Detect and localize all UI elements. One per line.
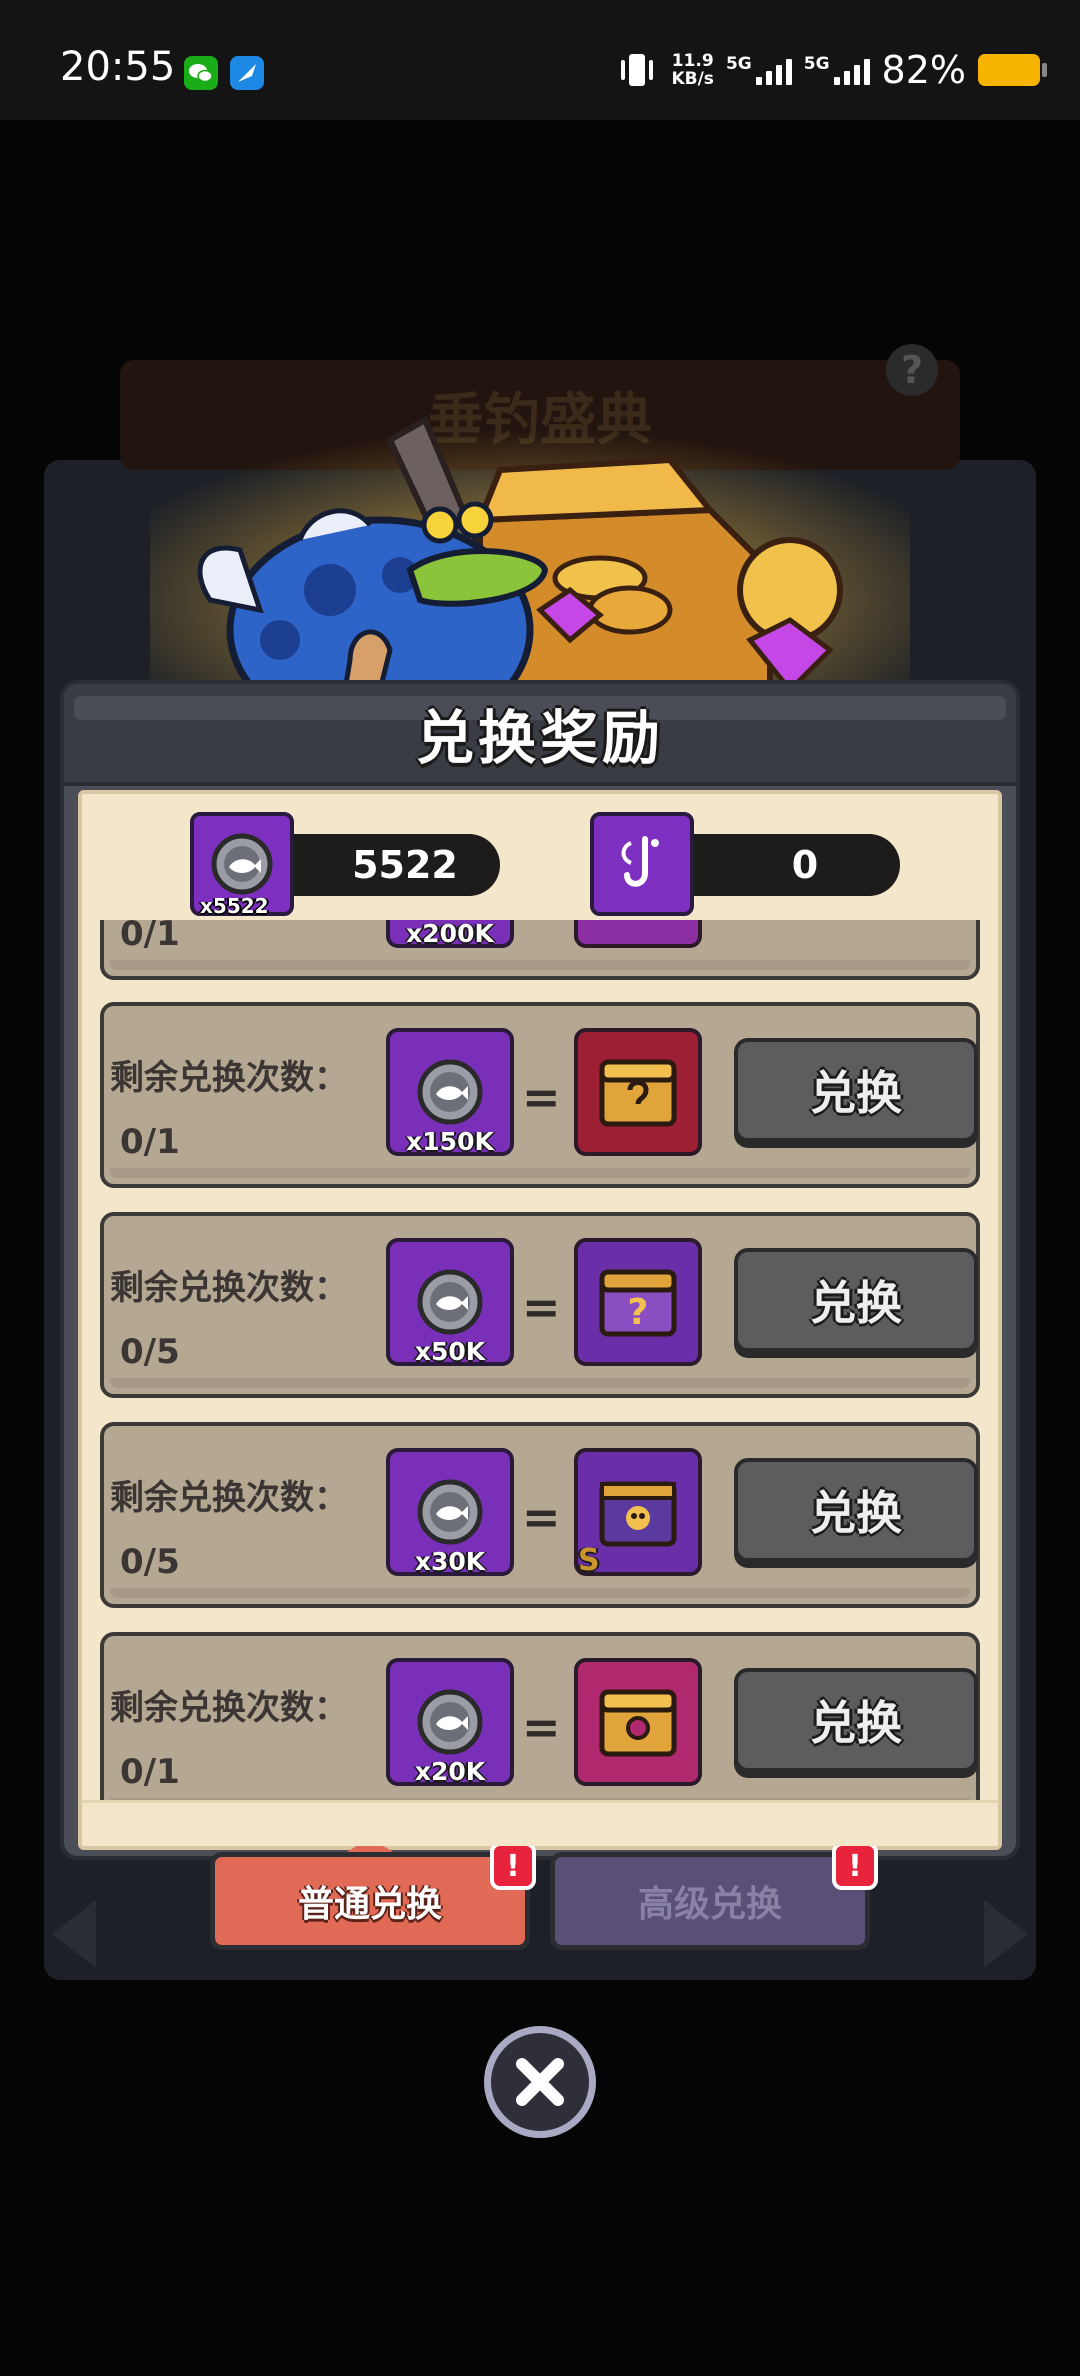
remaining-label: 剩余兑换次数： [110,1688,348,1728]
feather-app-icon [230,56,264,90]
mystery-chest-icon: ? [574,1238,702,1366]
next-arrow-icon[interactable] [984,1900,1028,1968]
battery-icon [978,54,1047,86]
remaining-label: 剩余兑换次数： [110,1478,348,1518]
equals-sign: = [522,1070,561,1124]
equals-sign: = [522,1490,561,1544]
scroll-paper-edge [82,1800,998,1846]
sim1-signal-icon: 5G [726,55,792,85]
fishing-hook-icon [590,812,694,916]
battery-percent: 82% [881,48,966,92]
red-gold-chest-icon [574,1028,702,1156]
exchange-list[interactable]: 0/1 x200K 兑换 剩余兑换次数： 0/1 x150K = [100,920,980,1804]
fish-coin-amount: 5522 [260,834,500,896]
exchange-row: 剩余兑换次数： 0/1 x20K = 兑换 [100,1632,980,1804]
remaining-count: 0/1 [120,920,180,954]
cost-item: x50K [386,1238,514,1366]
close-button[interactable] [484,2026,596,2138]
currency-bar: x5522 5522 0 [82,794,998,920]
exchange-row: 0/1 x200K 兑换 [100,920,980,980]
fish-treasure-illustration [150,400,910,690]
rank-tag: S [578,1543,600,1578]
prev-arrow-icon[interactable] [52,1900,96,1968]
exchange-button[interactable]: 兑换 [734,1668,978,1772]
network-speed: 11.9 KB/s [671,51,714,89]
exchange-button[interactable]: 兑换 [734,1458,978,1562]
cost-item: x30K [386,1448,514,1576]
cost-item: x200K [386,920,514,948]
remaining-count: 0/1 [120,1122,180,1162]
exchange-row: 剩余兑换次数： 0/5 x50K = ? 兑换 [100,1212,980,1398]
vibrate-icon [621,54,654,86]
advanced-tab-alert-badge: ! [832,1842,878,1890]
tab-normal-exchange[interactable]: 普通兑换 [210,1852,530,1950]
status-bar: 20:55 11.9 KB/s 5G 5G 82% [0,0,1080,120]
pink-chest-icon [574,1658,702,1786]
exchange-content: x5522 5522 0 0/1 x200K 兑换 [78,790,1002,1850]
purple-chest-icon [574,920,702,948]
cost-item: x150K [386,1028,514,1156]
modal-header: 兑换奖励 [64,684,1016,786]
sim2-signal-icon: 5G [804,55,870,85]
exchange-modal: 兑换奖励 x5522 5522 0 0/1 x200K 剩余兑换次数： 0/1 … [60,680,1020,1860]
remaining-count: 0/1 [120,1752,180,1792]
close-icon [516,2058,564,2106]
exchange-row: 剩余兑换次数： 0/5 x30K = S 兑换 [100,1422,980,1608]
normal-tab-alert-badge: ! [490,1842,536,1890]
equals-sign: = [522,1700,561,1754]
remaining-count: 0/5 [120,1542,180,1582]
status-time: 20:55 [60,44,176,90]
modal-title: 兑换奖励 [415,704,664,772]
hook-amount: 0 [660,834,900,896]
fish-coin-icon: x5522 [190,812,294,918]
remaining-label: 剩余兑换次数： [110,1268,348,1308]
exchange-button[interactable]: 兑换 [734,1038,978,1142]
exchange-row: 剩余兑换次数： 0/1 x150K = 兑换 [100,1002,980,1188]
equals-sign: = [522,1280,561,1334]
remaining-label: 剩余兑换次数： [110,1058,348,1098]
tab-advanced-exchange[interactable]: 高级兑换 [550,1852,870,1950]
exchange-button[interactable]: 兑换 [734,1248,978,1352]
skull-chest-icon: S [574,1448,702,1578]
wechat-icon [184,56,218,90]
remaining-count: 0/5 [120,1332,180,1372]
svg-text:?: ? [628,1292,649,1333]
help-icon[interactable]: ? [886,344,938,396]
cost-item: x20K [386,1658,514,1786]
